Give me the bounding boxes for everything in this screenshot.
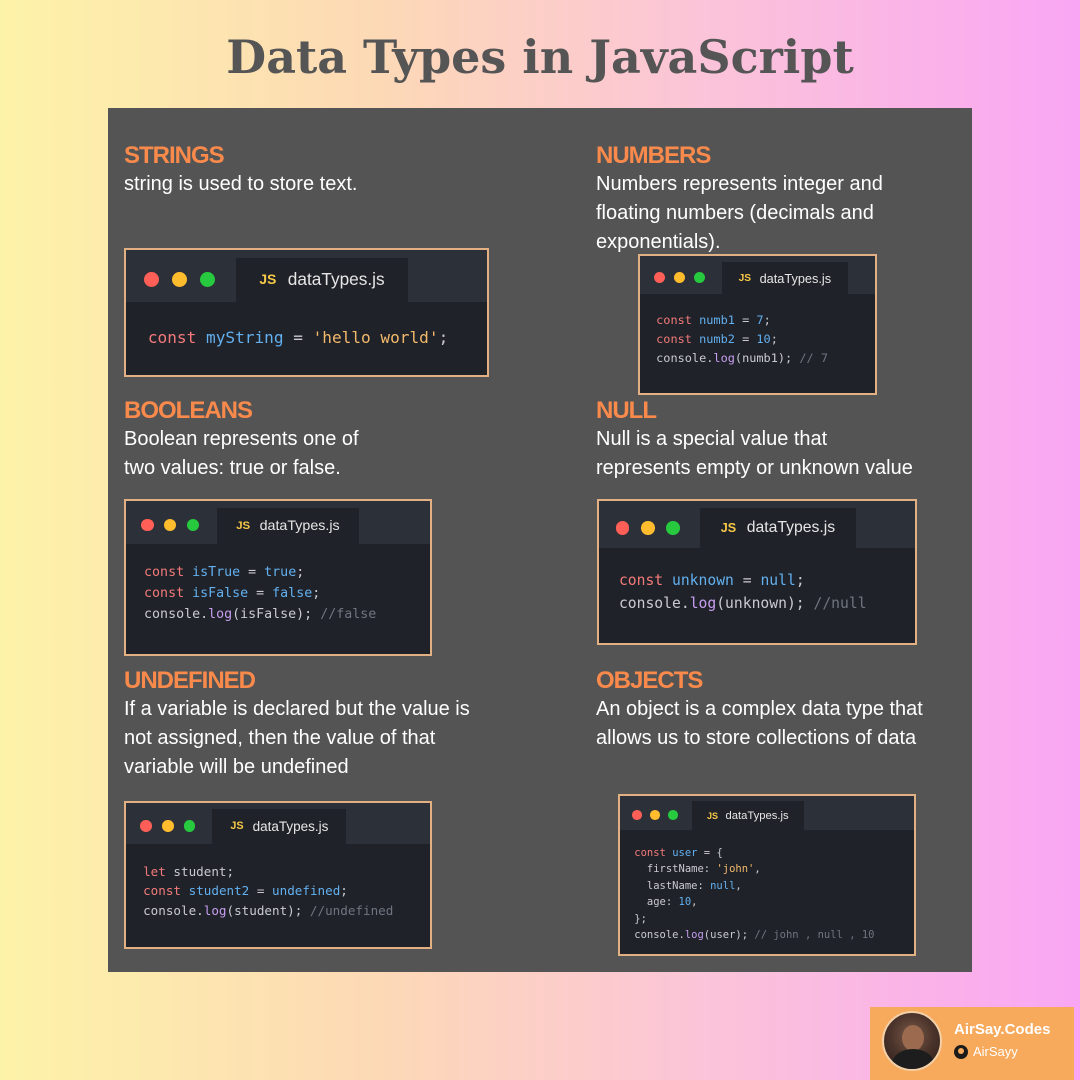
code-line: const unknown = null; [618,572,805,590]
window-dot-green-icon [694,272,706,284]
js-file-icon: JS [259,272,277,288]
code-line: console.log(student); //undefined [143,903,394,919]
section-heading: BOOLEANS [124,397,253,424]
window-dot-green-icon [186,519,200,532]
file-name: dataTypes.js [252,818,329,834]
section-objects: OBJECTS An object is a complex data type… [596,667,966,753]
code-block: const unknown = null; console.log(unknown… [599,548,915,636]
window-titlebar: JS dataTypes.js [599,501,915,549]
code-line: const student2 = undefined; [143,883,348,899]
brand-badge[interactable]: AirSay.Codes AirSayy [870,1007,1074,1080]
code-line: console.log(user); // john , null , 10 [634,929,875,942]
window-dot-green-icon [199,271,215,287]
file-name: dataTypes.js [725,809,789,822]
file-name: dataTypes.js [259,517,340,534]
code-block: const myString = 'hello world'; [126,302,487,373]
section-description: An object is a complex data type that al… [596,698,923,749]
section-heading: NULL [596,397,657,424]
page-title: Data Types in JavaScript [226,30,854,84]
code-line: }; [634,912,647,925]
code-block: const numb1 = 7; const numb2 = 10; console… [640,294,875,384]
window-titlebar: JS dataTypes.js [126,250,487,302]
window-dot-yellow-icon [650,810,660,820]
code-line: const numb1 = 7; [656,313,771,328]
code-window-objects: JS dataTypes.js const user = { firstName: … [618,794,916,956]
file-name: dataTypes.js [746,519,836,537]
section-description: Null is a special value that represents … [596,428,913,479]
file-name: dataTypes.js [287,269,385,290]
file-tab[interactable]: JS dataTypes.js [692,801,804,830]
window-dot-green-icon [668,810,678,820]
file-tab[interactable]: JS dataTypes.js [236,258,408,302]
window-dot-green-icon [183,820,196,832]
code-window-null: JS dataTypes.js const unknown = null; conso… [597,499,917,645]
brand-name: AirSay.Codes [954,1021,1051,1038]
code-window-booleans: JS dataTypes.js const isTrue = true; const … [124,499,432,656]
section-heading: STRINGS [124,142,225,169]
file-tab[interactable]: JS dataTypes.js [699,508,857,549]
section-description: Boolean represents one of two values: tr… [124,428,359,479]
content-panel: STRINGS string is used to store text. JS… [108,108,972,972]
file-tab[interactable]: JS dataTypes.js [721,261,849,295]
file-tab[interactable]: JS dataTypes.js [217,507,359,544]
avatar [882,1011,942,1071]
section-booleans: BOOLEANS Boolean represents one of two v… [124,397,524,483]
js-file-icon: JS [230,820,244,833]
github-icon [954,1044,968,1059]
file-name: dataTypes.js [759,270,832,286]
window-titlebar: JS dataTypes.js [126,803,430,844]
js-file-icon: JS [707,810,719,821]
code-line: let student; [143,863,235,879]
section-numbers: NUMBERS Numbers represents integer and f… [596,142,966,257]
section-description: string is used to store text. [124,173,358,195]
section-description: If a variable is declared but the value … [124,698,470,778]
code-line: const myString = 'hello world'; [147,327,449,347]
window-dot-yellow-icon [172,271,187,287]
code-block: let student; const student2 = undefined; c… [126,844,430,939]
github-handle[interactable]: AirSayy [954,1044,1018,1059]
window-dot-red-icon [144,271,160,287]
section-strings: STRINGS string is used to store text. [124,142,524,199]
code-block: const user = { firstName: 'john', lastNa… [620,830,914,954]
code-window-undefined: JS dataTypes.js let student; const student2… [124,801,432,949]
window-titlebar: JS dataTypes.js [126,501,430,544]
window-dot-green-icon [666,520,680,535]
code-line: lastName: null, [634,879,742,892]
code-line: age: 10, [634,896,698,909]
section-null: NULL Null is a special value that repres… [596,397,966,483]
js-file-icon: JS [236,519,251,532]
window-dot-red-icon [615,520,630,535]
code-block: const isTrue = true; const isFalse = fals… [126,544,430,645]
section-description: Numbers represents integer and floating … [596,173,883,253]
code-line: const isTrue = true; [144,564,305,580]
section-heading: OBJECTS [596,667,703,694]
window-titlebar: JS dataTypes.js [620,796,914,830]
code-line: firstName: 'john', [634,863,761,876]
window-dot-yellow-icon [164,519,177,532]
code-line: console.log(numb1); // 7 [656,350,828,365]
code-line: console.log(unknown); //null [618,595,867,613]
code-line: console.log(isFalse); //false [144,606,377,622]
window-titlebar: JS dataTypes.js [640,256,875,295]
code-line: const numb2 = 10; [656,331,778,346]
code-window-numbers: JS dataTypes.js const numb1 = 7; const numb… [638,254,877,395]
code-line: const isFalse = false; [144,585,321,601]
window-dot-yellow-icon [641,520,655,535]
window-dot-red-icon [653,272,665,284]
section-undefined: UNDEFINED If a variable is declared but … [124,667,544,782]
window-dot-red-icon [140,820,153,832]
window-dot-yellow-icon [674,272,686,284]
window-dot-red-icon [141,519,154,532]
js-file-icon: JS [738,272,752,284]
github-handle-label: AirSayy [973,1044,1018,1059]
js-file-icon: JS [720,521,737,536]
section-heading: NUMBERS [596,142,711,169]
code-window-strings: JS dataTypes.js const myString = 'hello wo… [124,248,489,377]
window-dot-yellow-icon [162,820,174,832]
code-line: const user = { [634,846,723,859]
file-tab[interactable]: JS dataTypes.js [212,809,347,844]
section-heading: UNDEFINED [124,667,256,694]
window-dot-red-icon [632,810,642,820]
